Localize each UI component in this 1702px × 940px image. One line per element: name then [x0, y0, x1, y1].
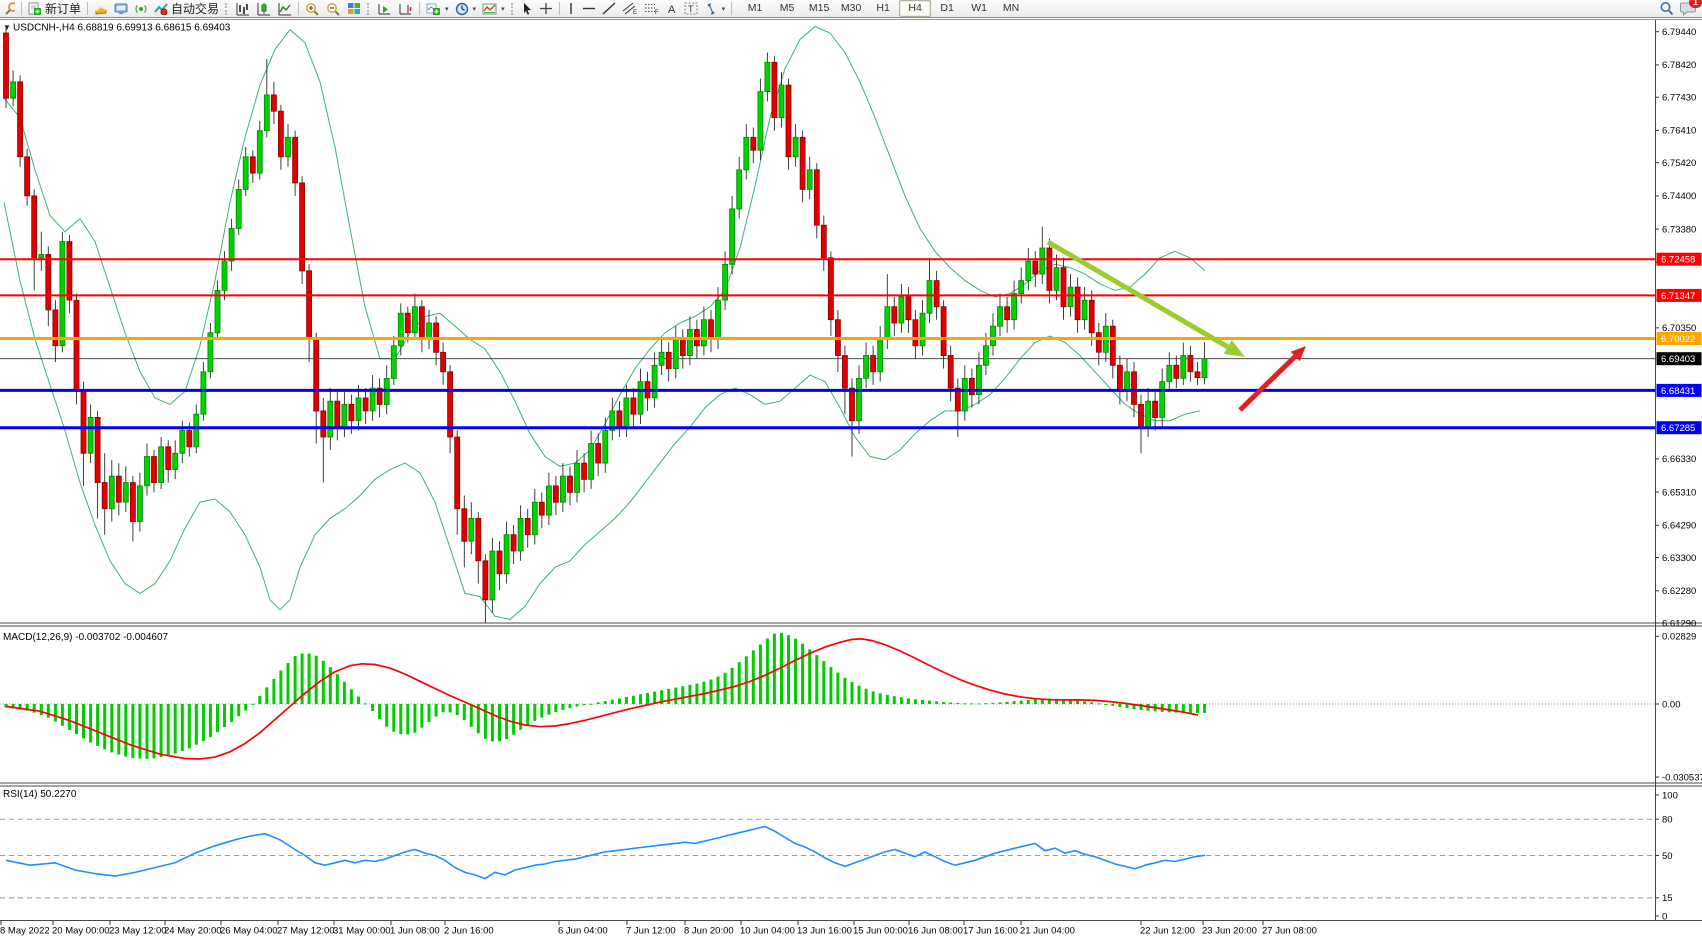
svg-text:21 Jun 04:00: 21 Jun 04:00 — [1020, 926, 1075, 937]
price-label-6.72458: 6.72458 — [1657, 253, 1702, 266]
svg-text:6.62280: 6.62280 — [1662, 586, 1696, 597]
svg-text:7 Jun 12:00: 7 Jun 12:00 — [626, 926, 676, 937]
svg-text:6.75420: 6.75420 — [1662, 158, 1696, 169]
macd-panel: 0.02829 0.00 -0.030537 MACD(12,26,9) -0.003… — [0, 632, 1702, 784]
svg-text:6.76410: 6.76410 — [1662, 126, 1696, 137]
svg-text:13 Jun 16:00: 13 Jun 16:00 — [797, 926, 852, 937]
symbol-title: ▼USDCNH-,H4 6.68819 6.69913 6.68615 6.69… — [3, 23, 231, 34]
svg-text:17 Jun 16:00: 17 Jun 16:00 — [963, 926, 1018, 937]
macd-histogram — [5, 633, 1207, 759]
svg-text:22 Jun 12:00: 22 Jun 12:00 — [1140, 926, 1195, 937]
svg-text:6.69403: 6.69403 — [1661, 354, 1695, 365]
macd-label: MACD(12,26,9) -0.003702 -0.004607 — [3, 632, 169, 643]
rsi-panel: 100 80 50 15 0 RSI(14) 50.2270 — [0, 789, 1678, 922]
svg-text:6.74400: 6.74400 — [1662, 191, 1696, 202]
svg-text:24 May 20:00: 24 May 20:00 — [164, 926, 222, 937]
svg-text:6.79440: 6.79440 — [1662, 27, 1696, 38]
price-label-6.70022: 6.70022 — [1657, 332, 1702, 345]
svg-text:20 May 00:00: 20 May 00:00 — [52, 926, 110, 937]
current-price-label: 6.69403 — [1657, 352, 1702, 365]
main-price-panel: 6.79440 6.78420 6.77430 6.76410 6.75420 6.744… — [0, 27, 1696, 630]
svg-text:16 Jun 08:00: 16 Jun 08:00 — [908, 926, 963, 937]
svg-text:6.77430: 6.77430 — [1662, 93, 1696, 104]
price-label-6.68431: 6.68431 — [1657, 384, 1702, 397]
svg-text:23 Jun 20:00: 23 Jun 20:00 — [1202, 926, 1257, 937]
macd-signal-line — [6, 639, 1198, 759]
svg-text:6.78420: 6.78420 — [1662, 60, 1696, 71]
svg-text:27 Jun 08:00: 27 Jun 08:00 — [1262, 926, 1317, 937]
macd-axis: 0.02829 0.00 -0.030537 — [1655, 632, 1702, 784]
svg-text:6.73380: 6.73380 — [1662, 224, 1696, 235]
candlesticks — [4, 28, 1208, 623]
svg-text:0: 0 — [1662, 911, 1667, 922]
price-badges: 6.72458 6.71347 6.70022 6.68431 6.67285 6.694… — [1657, 253, 1702, 435]
bollinger-bands — [4, 27, 1205, 620]
svg-text:6.72458: 6.72458 — [1661, 255, 1695, 266]
svg-text:15: 15 — [1662, 893, 1673, 904]
trend-arrows[interactable] — [1048, 242, 1306, 410]
svg-text:26 May 04:00: 26 May 04:00 — [220, 926, 278, 937]
svg-text:6.61290: 6.61290 — [1662, 618, 1696, 629]
panel-frames — [0, 20, 1702, 921]
price-axis: 6.79440 6.78420 6.77430 6.76410 6.75420 6.744… — [1655, 27, 1696, 629]
svg-text:23 May 12:00: 23 May 12:00 — [109, 926, 167, 937]
svg-text:8 May 2022: 8 May 2022 — [0, 926, 50, 937]
svg-text:15 Jun 00:00: 15 Jun 00:00 — [853, 926, 908, 937]
svg-text:50: 50 — [1662, 851, 1673, 862]
svg-text:6.65310: 6.65310 — [1662, 487, 1696, 498]
svg-text:6 Jun 04:00: 6 Jun 04:00 — [558, 926, 608, 937]
svg-text:6.67285: 6.67285 — [1661, 423, 1695, 434]
svg-text:0.00: 0.00 — [1662, 699, 1681, 710]
svg-text:6.70022: 6.70022 — [1661, 334, 1695, 345]
svg-text:0.02829: 0.02829 — [1662, 632, 1696, 643]
price-label-6.67285: 6.67285 — [1657, 421, 1702, 434]
chart-area[interactable]: 6.79440 6.78420 6.77430 6.76410 6.75420 6.744… — [0, 0, 1702, 940]
svg-text:100: 100 — [1662, 790, 1678, 801]
rsi-axis: 100 80 50 15 0 — [1655, 790, 1678, 922]
time-axis: 8 May 202220 May 00:0023 May 12:0024 May… — [0, 921, 1317, 937]
svg-text:10 Jun 04:00: 10 Jun 04:00 — [740, 926, 795, 937]
rsi-label: RSI(14) 50.2270 — [3, 789, 77, 800]
svg-text:▼: ▼ — [3, 23, 11, 32]
svg-text:6.63300: 6.63300 — [1662, 553, 1696, 564]
svg-text:1 Jun 08:00: 1 Jun 08:00 — [390, 926, 440, 937]
svg-text:31 May 00:00: 31 May 00:00 — [333, 926, 391, 937]
svg-text:6.68431: 6.68431 — [1661, 386, 1695, 397]
svg-text:6.64290: 6.64290 — [1662, 521, 1696, 532]
symbol-ohlc-text: USDCNH-,H4 6.68819 6.69913 6.68615 6.694… — [13, 23, 231, 34]
svg-text:27 May 12:00: 27 May 12:00 — [277, 926, 335, 937]
svg-text:-0.030537: -0.030537 — [1662, 772, 1702, 783]
rsi-line — [6, 827, 1205, 879]
svg-text:6.66330: 6.66330 — [1662, 454, 1696, 465]
svg-text:2 Jun 16:00: 2 Jun 16:00 — [444, 926, 494, 937]
svg-text:80: 80 — [1662, 815, 1673, 826]
svg-text:8 Jun 20:00: 8 Jun 20:00 — [684, 926, 734, 937]
price-label-6.71347: 6.71347 — [1657, 289, 1702, 302]
svg-text:6.71347: 6.71347 — [1661, 291, 1695, 302]
